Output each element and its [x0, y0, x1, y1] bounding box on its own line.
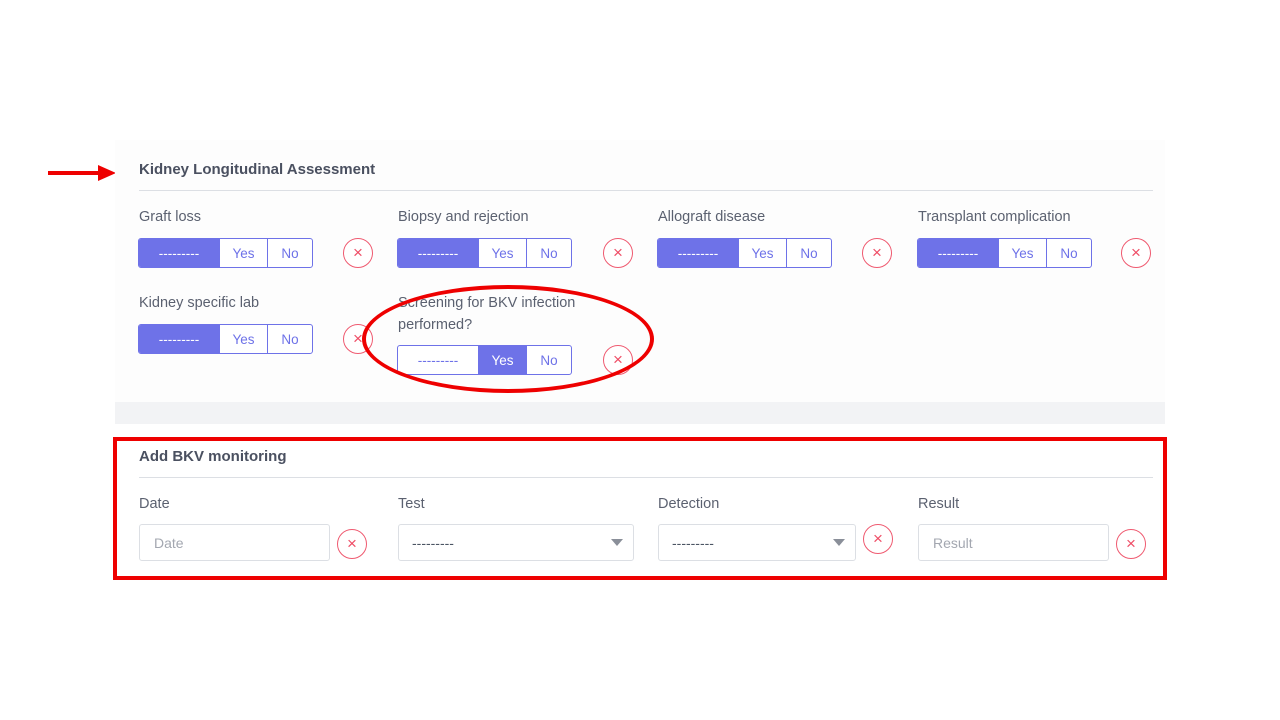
- close-icon: ×: [1126, 534, 1136, 553]
- bkv-screening-clear-button[interactable]: ×: [603, 345, 633, 375]
- kidney-specific-lab-toggle: --------- Yes No: [138, 324, 313, 354]
- transplant-complication-clear-button[interactable]: ×: [1121, 238, 1151, 268]
- biopsy-rejection-option-none[interactable]: ---------: [398, 239, 478, 267]
- biopsy-rejection-option-yes[interactable]: Yes: [478, 239, 526, 267]
- close-icon: ×: [347, 534, 357, 553]
- allograft-disease-label: Allograft disease: [658, 209, 766, 225]
- bkv-screening-label: Screening for BKV infection performed?: [398, 292, 575, 336]
- bkv-screening-option-none[interactable]: ---------: [398, 346, 478, 374]
- result-input[interactable]: [918, 524, 1109, 561]
- kidney-specific-lab-option-yes[interactable]: Yes: [219, 325, 267, 353]
- bkv-screening-option-no[interactable]: No: [526, 346, 571, 374]
- test-label: Test: [398, 496, 425, 512]
- result-label: Result: [918, 496, 960, 512]
- allograft-disease-option-yes[interactable]: Yes: [738, 239, 786, 267]
- transplant-complication-toggle: --------- Yes No: [917, 238, 1092, 268]
- transplant-complication-option-none[interactable]: ---------: [918, 239, 998, 267]
- biopsy-rejection-option-no[interactable]: No: [526, 239, 571, 267]
- detection-label: Detection: [658, 496, 720, 512]
- bkv-screening-option-yes[interactable]: Yes: [478, 346, 526, 374]
- test-select-value: ---------: [412, 534, 454, 551]
- bkv-monitoring-divider: [139, 477, 1153, 478]
- graft-loss-option-yes[interactable]: Yes: [219, 239, 267, 267]
- kidney-specific-lab-label: Kidney specific lab: [139, 295, 260, 311]
- section-separator: [115, 402, 1165, 424]
- test-select[interactable]: ---------: [398, 524, 634, 561]
- bkv-screening-label-line2: performed?: [398, 317, 473, 333]
- kidney-specific-lab-option-none[interactable]: ---------: [139, 325, 219, 353]
- graft-loss-label: Graft loss: [139, 209, 202, 225]
- bkv-monitoring-title: Add BKV monitoring: [139, 448, 287, 465]
- detection-select[interactable]: ---------: [658, 524, 856, 561]
- close-icon: ×: [873, 529, 883, 548]
- close-icon: ×: [613, 243, 623, 262]
- chevron-down-icon: [611, 539, 623, 546]
- bkv-screening-toggle: --------- Yes No: [397, 345, 572, 375]
- bkv-screening-label-line1: Screening for BKV infection: [398, 295, 576, 311]
- allograft-disease-clear-button[interactable]: ×: [862, 238, 892, 268]
- chevron-down-icon: [833, 539, 845, 546]
- red-arrow-annotation: [48, 165, 116, 181]
- biopsy-rejection-toggle: --------- Yes No: [397, 238, 572, 268]
- transplant-complication-option-yes[interactable]: Yes: [998, 239, 1046, 267]
- date-input[interactable]: [139, 524, 330, 561]
- date-label: Date: [139, 496, 170, 512]
- transplant-complication-option-no[interactable]: No: [1046, 239, 1091, 267]
- close-icon: ×: [353, 329, 363, 348]
- graft-loss-toggle: --------- Yes No: [138, 238, 313, 268]
- detection-select-value: ---------: [672, 534, 714, 551]
- graft-loss-option-none[interactable]: ---------: [139, 239, 219, 267]
- close-icon: ×: [872, 243, 882, 262]
- graft-loss-clear-button[interactable]: ×: [343, 238, 373, 268]
- biopsy-rejection-label: Biopsy and rejection: [398, 209, 529, 225]
- close-icon: ×: [613, 350, 623, 369]
- close-icon: ×: [1131, 243, 1141, 262]
- assessment-title: Kidney Longitudinal Assessment: [139, 161, 376, 178]
- biopsy-rejection-clear-button[interactable]: ×: [603, 238, 633, 268]
- transplant-complication-label: Transplant complication: [918, 209, 1071, 225]
- allograft-disease-option-none[interactable]: ---------: [658, 239, 738, 267]
- close-icon: ×: [353, 243, 363, 262]
- kidney-specific-lab-option-no[interactable]: No: [267, 325, 312, 353]
- allograft-disease-option-no[interactable]: No: [786, 239, 831, 267]
- result-clear-button[interactable]: ×: [1116, 529, 1146, 559]
- detection-clear-button[interactable]: ×: [863, 524, 893, 554]
- assessment-panel: [115, 140, 1165, 402]
- date-clear-button[interactable]: ×: [337, 529, 367, 559]
- assessment-divider: [139, 190, 1153, 191]
- allograft-disease-toggle: --------- Yes No: [657, 238, 832, 268]
- graft-loss-option-no[interactable]: No: [267, 239, 312, 267]
- kidney-specific-lab-clear-button[interactable]: ×: [343, 324, 373, 354]
